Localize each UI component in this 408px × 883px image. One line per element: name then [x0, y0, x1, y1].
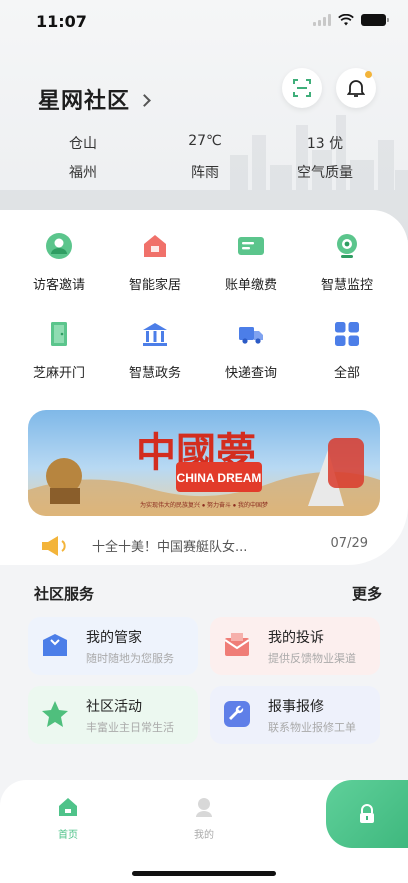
grid-item-visitor[interactable]: 访客邀请 [11, 232, 107, 293]
profile-icon [196, 798, 212, 817]
government-icon [143, 323, 167, 346]
grid-label: 智慧政务 [128, 366, 181, 381]
banner-artwork: 中國夢 CHINA DREAM 为实现伟大的民族复兴 ● 努力奋斗 ● 我的中国… [28, 430, 380, 516]
air-quality-label: 空气质量 [297, 165, 353, 181]
grid-label: 快递查询 [224, 366, 277, 381]
service-card-title: 我的管家 [86, 630, 142, 646]
service-card-subtitle: 提供反馈物业渠道 [268, 652, 356, 665]
community-name: 星网社区 [38, 89, 131, 114]
signal-icon [313, 14, 331, 26]
grid-label: 账单缴费 [224, 278, 277, 293]
notification-dot [365, 71, 372, 78]
service-card-subtitle: 丰富业主日常生活 [86, 721, 174, 734]
service-card-repair[interactable]: 报事报修 联系物业报修工单 [210, 686, 380, 744]
weather-condition: 阵雨 [191, 165, 219, 181]
tab-profile[interactable]: 我的 [174, 796, 234, 841]
smart-home-icon [144, 235, 166, 257]
scan-icon [293, 79, 311, 97]
repair-wrench-icon [224, 701, 250, 727]
community-selector[interactable]: 星网社区 [38, 83, 151, 115]
activity-star-icon [42, 701, 68, 727]
promo-banner[interactable]: 中國夢 CHINA DREAM 为实现伟大的民族复兴 ● 努力奋斗 ● 我的中国… [28, 410, 380, 516]
tab-label: 首页 [58, 830, 78, 841]
grid-label: 访客邀请 [32, 278, 85, 293]
grid-item-all[interactable]: 全部 [299, 320, 395, 381]
grid-label: 芝麻开门 [32, 366, 85, 381]
service-card-title: 我的投诉 [268, 630, 324, 646]
service-card-activity[interactable]: 社区活动 丰富业主日常生活 [28, 686, 198, 744]
bell-icon [347, 80, 365, 97]
status-icons [313, 14, 389, 26]
tab-label: 我的 [194, 830, 214, 841]
chevron-right-icon [138, 93, 151, 107]
scan-button[interactable] [282, 68, 322, 108]
service-card-butler[interactable]: 我的管家 随时随地为您服务 [28, 617, 198, 675]
notice-text: 十全十美！中国赛艇队女... [92, 540, 248, 555]
bill-icon [238, 237, 264, 255]
battery-icon [361, 14, 389, 26]
grid-label: 智慧监控 [320, 278, 373, 293]
door-icon [51, 322, 67, 346]
unlock-button[interactable] [326, 780, 408, 848]
weather-city: 福州 [69, 165, 97, 181]
notice-date: 07/29 [330, 536, 368, 551]
megaphone-icon [42, 536, 66, 556]
notice-bar[interactable]: 十全十美！中国赛艇队女... 07/29 [0, 535, 408, 556]
home-icon [59, 798, 77, 816]
weather-temperature: 27℃ [188, 133, 222, 149]
main-card: 访客邀请 智能家居 账单缴费 智慧监控 芝麻开门 智慧政务 快递查询 全部 中國… [0, 210, 408, 565]
tab-home[interactable]: 首页 [38, 796, 98, 841]
service-card-complaint[interactable]: 我的投诉 提供反馈物业渠道 [210, 617, 380, 675]
status-bar: 11:07 [0, 0, 408, 44]
service-card-title: 社区活动 [86, 699, 142, 715]
grid-label: 智能家居 [128, 278, 181, 293]
grid-item-door[interactable]: 芝麻开门 [11, 320, 107, 381]
notification-button[interactable] [336, 68, 376, 108]
grid-item-bill[interactable]: 账单缴费 [203, 232, 299, 293]
home-indicator [132, 871, 276, 876]
service-card-title: 报事报修 [268, 699, 324, 715]
butler-icon [43, 634, 67, 656]
wifi-icon [338, 14, 354, 26]
camera-icon [337, 234, 357, 258]
grid-item-government[interactable]: 智慧政务 [107, 320, 203, 381]
visitor-icon [46, 233, 72, 259]
service-card-subtitle: 随时随地为您服务 [86, 652, 174, 665]
section-title: 社区服务 [34, 585, 95, 603]
banner-headline-en: CHINA DREAM [177, 471, 262, 485]
complaint-icon [224, 633, 250, 656]
lock-icon [360, 804, 374, 823]
more-link[interactable]: 更多 [352, 583, 382, 604]
banner-tagline: 为实现伟大的民族复兴 ● 努力奋斗 ● 我的中国梦 [140, 501, 268, 509]
grid-item-monitor[interactable]: 智慧监控 [299, 232, 395, 293]
air-quality-value: 13 优 [306, 136, 344, 152]
status-time: 11:07 [36, 12, 87, 31]
all-grid-icon [335, 322, 359, 346]
delivery-truck-icon [239, 327, 263, 344]
weather-district: 仓山 [69, 136, 97, 152]
grid-label: 全部 [333, 366, 360, 381]
grid-item-delivery[interactable]: 快递查询 [203, 320, 299, 381]
grid-item-smart-home[interactable]: 智能家居 [107, 232, 203, 293]
service-card-subtitle: 联系物业报修工单 [268, 721, 356, 734]
